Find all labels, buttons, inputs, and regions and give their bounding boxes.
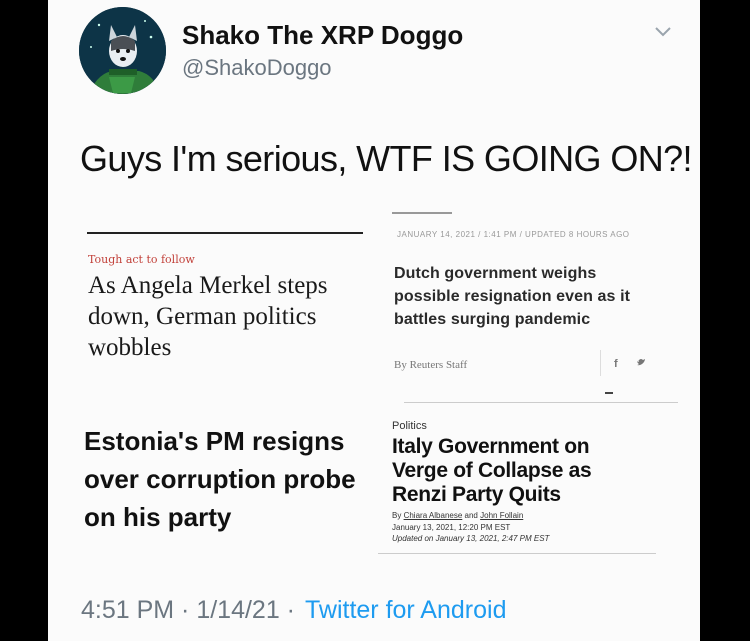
dateline: JANUARY 14, 2021 / 1:41 PM / UPDATED 8 H… [397, 230, 630, 239]
byline-prefix: By [392, 511, 402, 520]
headline-estonia-line1: Estonia's PM resigns [84, 426, 345, 456]
headline-merkel-line2: down, German politics [88, 303, 317, 330]
headline-italy-line3: Renzi Party Quits [392, 483, 561, 506]
kicker-label: Tough act to follow [88, 253, 195, 266]
tweet-card: Shako The XRP Doggo @ShakoDoggo Guys I'm… [48, 0, 700, 641]
headline-dutch-line1: Dutch government weighs [394, 265, 597, 282]
updated-date: Updated on January 13, 2021, 2:47 PM EST [392, 534, 550, 543]
clip-tick [605, 392, 613, 394]
headline-merkel-line3: wobbles [88, 334, 172, 361]
publish-date: January 13, 2021, 12:20 PM EST [392, 523, 511, 532]
avatar-image [79, 7, 166, 94]
byline-row: By Chiara Albanese and John Follain [392, 511, 523, 520]
headline-merkel-line1: As Angela Merkel steps [88, 272, 328, 299]
clip-top-fragment [392, 212, 452, 214]
clip-bottom-rule [404, 402, 678, 403]
user-handle[interactable]: @ShakoDoggo [182, 55, 332, 81]
news-clip-estonia: Estonia's PM resigns over corruption pro… [80, 420, 380, 540]
author-link[interactable]: Chiara Albanese [404, 511, 463, 520]
social-divider [600, 350, 601, 376]
author-link[interactable]: John Follain [480, 511, 523, 520]
avatar[interactable] [79, 7, 166, 94]
facebook-icon[interactable]: f [614, 358, 618, 370]
headline-italy-line1: Italy Government on [392, 435, 590, 458]
news-clip-merkel: Tough act to follow As Angela Merkel ste… [84, 224, 366, 374]
headline-dutch-line3: battles surging pandemic [394, 311, 591, 328]
twitter-bird-icon[interactable] [636, 358, 646, 370]
clip-top-rule [87, 232, 363, 234]
headline-italy-line2: Verge of Collapse as [392, 459, 592, 482]
tweet-text: Guys I'm serious, WTF IS GOING ON?! [80, 138, 693, 179]
byline-and: and [464, 511, 478, 520]
headline-dutch-line2: possible resignation even as it [394, 288, 631, 305]
headline-estonia-line3: on his party [84, 502, 232, 532]
byline: By Reuters Staff [394, 359, 468, 371]
chevron-down-icon[interactable] [652, 24, 674, 40]
news-clip-dutch: JANUARY 14, 2021 / 1:41 PM / UPDATED 8 H… [378, 210, 678, 404]
section-label: Politics [392, 420, 427, 432]
tweet-source-link[interactable]: Twitter for Android [305, 596, 506, 625]
tweet-timestamp[interactable]: 4:51 PM · 1/14/21 · [81, 596, 295, 625]
news-clip-italy: Politics Italy Government on Verge of Co… [378, 410, 678, 562]
clip-bottom-rule [378, 553, 656, 554]
display-name[interactable]: Shako The XRP Doggo [182, 20, 463, 51]
headline-estonia-line2: over corruption probe [84, 464, 356, 494]
